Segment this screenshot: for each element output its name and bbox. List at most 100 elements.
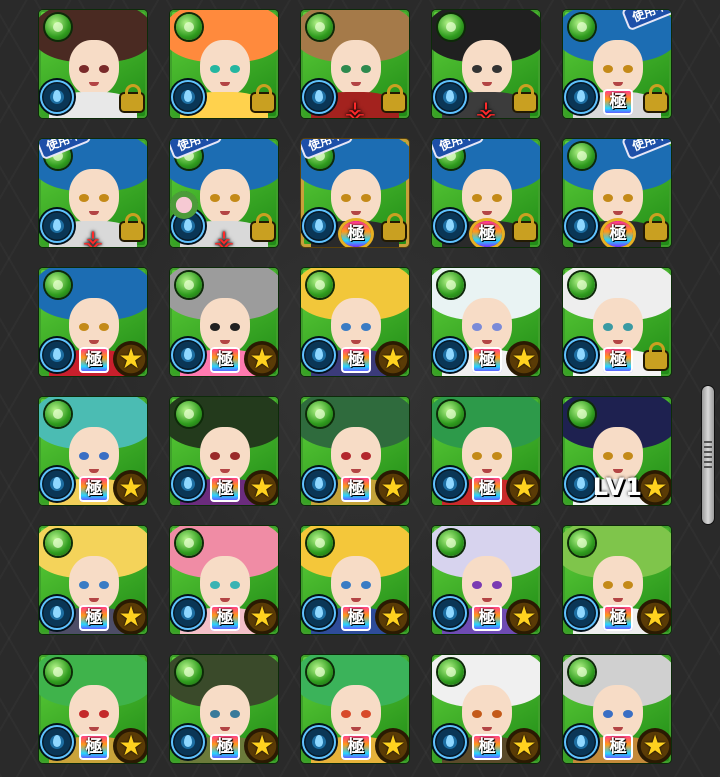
eye bbox=[99, 323, 109, 331]
goku-badge: 極 bbox=[603, 221, 633, 247]
eye bbox=[603, 194, 613, 202]
level-label: LV1 bbox=[592, 473, 643, 501]
type-orb-icon bbox=[438, 530, 464, 556]
monster-card[interactable]: 極使用中 bbox=[563, 10, 671, 118]
type-orb-icon bbox=[45, 659, 71, 685]
face bbox=[69, 169, 119, 225]
water-element-icon bbox=[171, 467, 205, 501]
lock-icon bbox=[252, 213, 274, 240]
scroll-thumb[interactable] bbox=[702, 386, 714, 524]
water-element-icon bbox=[302, 467, 336, 501]
monster-card[interactable]: 極 ★ bbox=[301, 397, 409, 505]
eye bbox=[623, 194, 633, 202]
eye bbox=[79, 323, 89, 331]
eye bbox=[472, 323, 482, 331]
goku-badge: 極 bbox=[472, 221, 502, 247]
eye bbox=[99, 581, 109, 589]
star-icon: ★ bbox=[637, 599, 671, 634]
eye bbox=[210, 65, 220, 73]
grip-icon bbox=[704, 441, 712, 469]
water-element-icon bbox=[171, 338, 205, 372]
type-orb-icon bbox=[45, 401, 71, 427]
seal-mark-icon: ⚶ bbox=[475, 96, 497, 118]
star-icon: ★ bbox=[506, 341, 540, 376]
eye bbox=[341, 452, 351, 460]
monster-card[interactable]: 極 ★ bbox=[432, 268, 540, 376]
star-icon: ★ bbox=[244, 728, 278, 763]
eye bbox=[603, 452, 613, 460]
monster-card[interactable]: 極 ★ bbox=[301, 526, 409, 634]
monster-card[interactable]: ⚶ 使用中 bbox=[39, 139, 147, 247]
monster-card[interactable]: ⚶ bbox=[432, 10, 540, 118]
monster-card[interactable]: 極 ★ bbox=[170, 655, 278, 763]
face bbox=[331, 685, 381, 741]
monster-card[interactable]: 極 ★ bbox=[432, 655, 540, 763]
goku-badge: 極 bbox=[472, 347, 502, 373]
monster-card[interactable] bbox=[170, 10, 278, 118]
water-element-icon bbox=[40, 596, 74, 630]
monster-card[interactable]: 極使用中 bbox=[301, 139, 409, 247]
eye bbox=[79, 452, 89, 460]
monster-card[interactable]: ⚶ bbox=[301, 10, 409, 118]
eye bbox=[361, 323, 371, 331]
monster-card[interactable]: 極 ★ bbox=[39, 655, 147, 763]
face bbox=[69, 298, 119, 354]
monster-card[interactable]: ★ LV1 bbox=[563, 397, 671, 505]
lock-icon bbox=[645, 213, 667, 240]
monster-card[interactable]: 極 ★ bbox=[301, 655, 409, 763]
water-element-icon bbox=[564, 338, 598, 372]
water-element-icon bbox=[564, 209, 598, 243]
goku-badge: 極 bbox=[341, 605, 371, 631]
goku-badge: 極 bbox=[603, 605, 633, 631]
monster-card[interactable]: ⚶ 使用中 bbox=[170, 139, 278, 247]
monster-card[interactable] bbox=[39, 10, 147, 118]
type-orb-icon bbox=[45, 14, 71, 40]
monster-card[interactable]: 極 ★ bbox=[170, 268, 278, 376]
goku-badge: 極 bbox=[79, 734, 109, 760]
type-orb-icon bbox=[176, 401, 202, 427]
monster-card[interactable]: 極 ★ bbox=[563, 655, 671, 763]
eye bbox=[472, 581, 482, 589]
face bbox=[200, 40, 250, 96]
face bbox=[593, 40, 643, 96]
eye bbox=[472, 65, 482, 73]
face bbox=[200, 556, 250, 612]
monster-card[interactable]: 極 bbox=[563, 268, 671, 376]
monster-card[interactable]: 極 ★ bbox=[432, 397, 540, 505]
monster-card[interactable]: 極 ★ bbox=[563, 526, 671, 634]
face bbox=[462, 298, 512, 354]
monster-card[interactable]: 極使用中 bbox=[563, 139, 671, 247]
monster-card[interactable]: 極 ★ bbox=[39, 526, 147, 634]
face bbox=[462, 556, 512, 612]
star-icon: ★ bbox=[375, 728, 409, 763]
type-orb-icon bbox=[45, 272, 71, 298]
monster-card[interactable]: 極 ★ bbox=[170, 397, 278, 505]
eye bbox=[341, 581, 351, 589]
water-element-icon bbox=[40, 338, 74, 372]
scrollbar[interactable] bbox=[702, 0, 714, 777]
star-icon: ★ bbox=[637, 728, 671, 763]
monster-card[interactable]: 極 ★ bbox=[39, 268, 147, 376]
type-orb-icon bbox=[176, 14, 202, 40]
monster-card[interactable]: 極 ★ bbox=[301, 268, 409, 376]
type-orb-icon bbox=[307, 272, 333, 298]
monster-card[interactable]: 極 ★ bbox=[39, 397, 147, 505]
face bbox=[200, 298, 250, 354]
goku-badge: 極 bbox=[210, 734, 240, 760]
eye bbox=[492, 452, 502, 460]
face bbox=[331, 169, 381, 225]
face bbox=[200, 427, 250, 483]
water-element-icon bbox=[171, 725, 205, 759]
monster-card[interactable]: 極 ★ bbox=[432, 526, 540, 634]
monster-card[interactable]: 極使用中 bbox=[432, 139, 540, 247]
monster-card[interactable]: 極 ★ bbox=[170, 526, 278, 634]
face bbox=[331, 427, 381, 483]
water-element-icon bbox=[171, 596, 205, 630]
eye bbox=[79, 710, 89, 718]
type-orb-icon bbox=[438, 659, 464, 685]
type-orb-icon bbox=[176, 272, 202, 298]
eye bbox=[210, 323, 220, 331]
eye bbox=[492, 65, 502, 73]
type-orb-icon bbox=[307, 14, 333, 40]
eye bbox=[361, 65, 371, 73]
